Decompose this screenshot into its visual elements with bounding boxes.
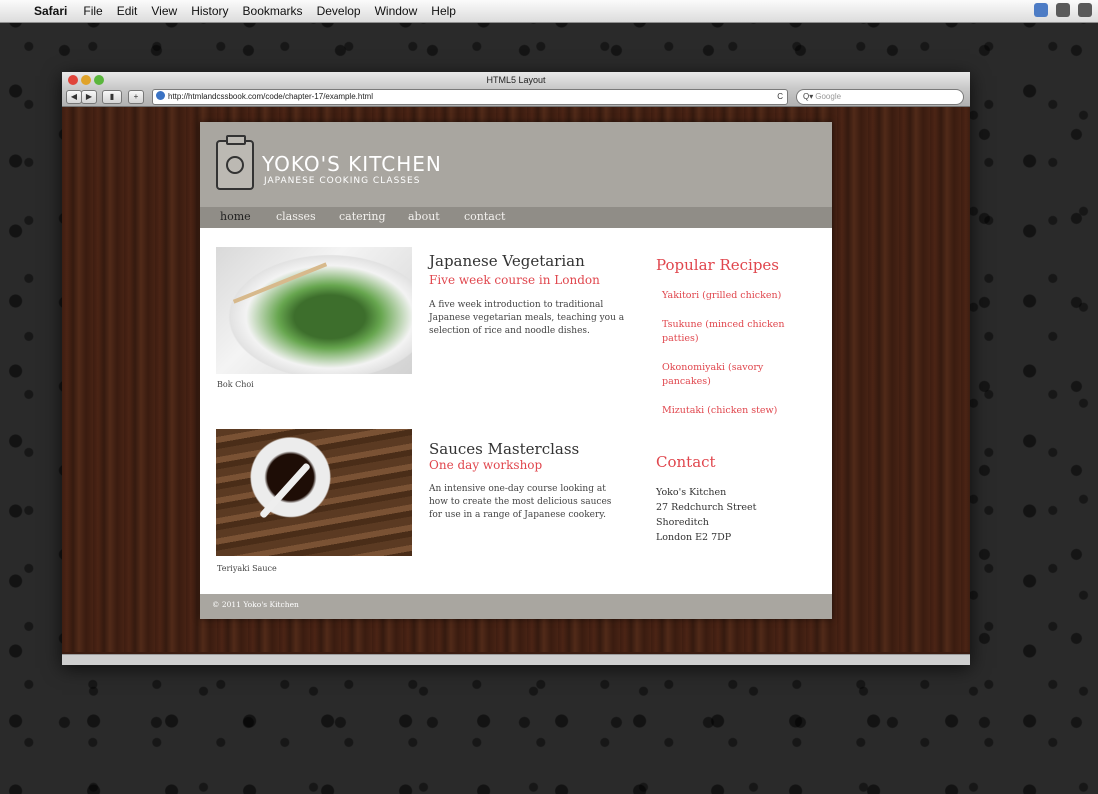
window-titlebar[interactable]: HTML5 Layout [62,72,970,88]
article-1-subtitle: Five week course in London [429,273,600,287]
spoon-shape [258,462,312,519]
site-subtitle: JAPANESE COOKING CLASSES [264,176,421,186]
menu-bookmarks[interactable]: Bookmarks [243,4,303,18]
mac-menubar: Safari File Edit View History Bookmarks … [0,0,1098,23]
globe-icon [156,91,165,100]
nav-about[interactable]: about [408,210,440,223]
recipe-link-yakitori[interactable]: Yakitori (grilled chicken) [662,289,792,303]
webpage: YOKO'S KITCHEN JAPANESE COOKING CLASSES … [200,122,832,619]
nav-classes[interactable]: classes [276,210,316,223]
browser-toolbar: ◀ ▶ ▮ + http://htmlandcssbook.com/code/c… [62,88,970,107]
menu-view[interactable]: View [151,4,177,18]
article-2-title[interactable]: Sauces Masterclass [429,440,579,458]
recipe-link-tsukune[interactable]: Tsukune (minced chicken patties) [662,318,792,346]
zoom-window-icon[interactable] [94,75,104,85]
web-viewport: YOKO'S KITCHEN JAPANESE COOKING CLASSES … [62,107,970,652]
minimize-window-icon[interactable] [81,75,91,85]
menu-develop[interactable]: Develop [317,4,361,18]
search-placeholder: Google [815,92,842,101]
clock-icon[interactable] [1078,3,1092,17]
search-magnifier-icon: Q▾ [803,92,814,101]
back-arrow-icon[interactable]: ◀ [66,90,82,104]
bok-choi-photo [216,247,412,374]
article-2-body: An intensive one-day course looking at h… [429,484,612,520]
site-header: YOKO'S KITCHEN JAPANESE COOKING CLASSES [200,122,832,207]
article-1-body: A five week introduction to traditional … [429,300,625,336]
teriyaki-sauce-photo [216,429,412,556]
logo-icon[interactable] [216,135,254,190]
site-title: YOKO'S KITCHEN [262,152,442,176]
browser-window: HTML5 Layout ◀ ▶ ▮ + http://htmlandcssbo… [62,72,970,665]
contact-heading: Contact [656,453,716,471]
main-nav: home classes catering about contact [200,207,832,228]
add-bookmark-plus-icon[interactable]: + [128,90,144,104]
address-bar[interactable]: http://htmlandcssbook.com/code/chapter-1… [152,89,788,105]
chopsticks-shape [232,262,328,304]
menu-file[interactable]: File [83,4,102,18]
bookmarks-book-icon[interactable]: ▮ [102,90,122,104]
menu-help[interactable]: Help [431,4,456,18]
evernote-icon[interactable] [1056,3,1070,17]
window-title: HTML5 Layout [486,75,546,85]
contact-line-postcode: London E2 7DP [656,532,732,543]
close-window-icon[interactable] [68,75,78,85]
menu-history[interactable]: History [191,4,228,18]
contact-line-street: 27 Redchurch Street [656,502,757,513]
nav-catering[interactable]: catering [339,210,386,223]
site-footer: © 2011 Yoko's Kitchen [200,594,832,619]
forward-arrow-icon[interactable]: ▶ [81,90,97,104]
recipe-link-mizutaki[interactable]: Mizutaki (chicken stew) [662,404,792,418]
menu-app-safari[interactable]: Safari [34,4,67,18]
horizontal-scrollbar[interactable] [62,654,970,665]
popular-recipes-heading: Popular Recipes [656,256,780,274]
article-2-subtitle: One day workshop [429,458,543,472]
menubar-status-icons [1034,3,1092,17]
logo-lid [226,135,246,145]
footer-copyright: © 2011 Yoko's Kitchen [212,600,299,609]
contact-line-name: Yoko's Kitchen [656,487,727,498]
nav-contact[interactable]: contact [464,210,505,223]
article-1-title[interactable]: Japanese Vegetarian [429,252,585,270]
menu-window[interactable]: Window [375,4,418,18]
recipe-link-okonomiyaki[interactable]: Okonomiyaki (savory pancakes) [662,361,792,389]
menu-edit[interactable]: Edit [117,4,138,18]
reload-icon[interactable]: C [777,90,783,104]
contact-line-area: Shoreditch [656,517,709,528]
url-text: http://htmlandcssbook.com/code/chapter-1… [168,92,373,101]
article-1-caption: Bok Choi [217,380,254,389]
search-field[interactable]: Q▾ Google [796,89,964,105]
logo-face [226,156,244,174]
nav-home[interactable]: home [220,210,251,223]
article-2-caption: Teriyaki Sauce [217,564,277,573]
dropbox-icon[interactable] [1034,3,1048,17]
